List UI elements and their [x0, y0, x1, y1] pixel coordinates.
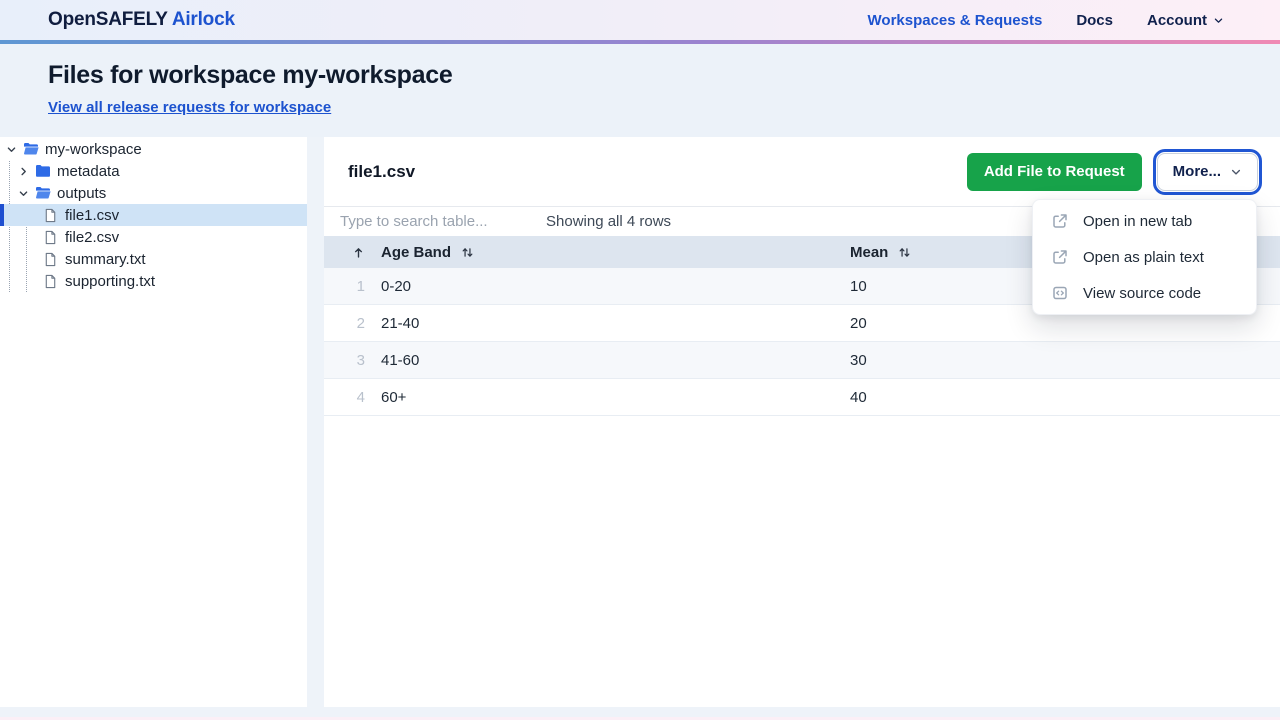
page-header: Files for workspace my-workspace View al…	[0, 44, 1280, 137]
sort-ascending-icon	[352, 246, 365, 259]
tree-item-label: outputs	[57, 185, 106, 202]
nav-link-docs[interactable]: Docs	[1076, 12, 1113, 29]
nav-links: Workspaces & Requests Docs Account	[868, 12, 1224, 29]
folder-closed-icon	[34, 163, 51, 179]
sort-toggle-icon	[461, 246, 474, 259]
external-link-icon	[1052, 249, 1068, 265]
row-number: 1	[340, 278, 365, 295]
cell-mean: 40	[850, 389, 1264, 406]
file-tree-sidebar: my-workspace metadata outputs	[0, 137, 307, 707]
file-icon	[42, 274, 59, 289]
menu-item-view-source-code[interactable]: View source code	[1033, 275, 1256, 311]
cell-mean: 30	[850, 352, 1264, 369]
tree-item-supporting-txt[interactable]: supporting.txt	[0, 270, 307, 292]
sort-toggle-icon	[898, 246, 911, 259]
menu-item-open-in-new-tab[interactable]: Open in new tab	[1033, 203, 1256, 239]
chevron-right-icon[interactable]	[17, 166, 29, 177]
chevron-down-icon	[1213, 15, 1224, 26]
file-preview-panel: file1.csv Add File to Request More... Sh…	[324, 137, 1280, 707]
search-input[interactable]	[340, 213, 534, 230]
brand-logo[interactable]: OpenSAFELY Airlock	[48, 9, 235, 31]
cell-mean: 20	[850, 315, 1264, 332]
folder-open-icon	[22, 141, 39, 157]
tree-item-file1-csv[interactable]: file1.csv	[0, 204, 307, 226]
selected-item-indicator	[0, 204, 4, 226]
tree-item-outputs[interactable]: outputs	[0, 182, 307, 204]
header-actions: Add File to Request More...	[967, 153, 1258, 191]
column-header-label: Mean	[850, 244, 888, 261]
chevron-down-icon	[1230, 166, 1242, 178]
row-number: 2	[340, 315, 365, 332]
tree-item-label: file1.csv	[65, 207, 119, 224]
navbar: OpenSAFELY Airlock Workspaces & Requests…	[0, 0, 1280, 40]
row-count-status: Showing all 4 rows	[546, 213, 671, 230]
file-icon	[42, 252, 59, 267]
brand-primary: OpenSAFELY	[48, 9, 167, 30]
cell-age-band: 41-60	[381, 352, 834, 369]
tree-item-file2-csv[interactable]: file2.csv	[0, 226, 307, 248]
more-dropdown-menu: Open in new tab Open as plain text View …	[1032, 199, 1257, 315]
nav-link-account-label: Account	[1147, 12, 1207, 29]
column-header-age-band[interactable]: Age Band	[381, 244, 834, 261]
page-title: Files for workspace my-workspace	[48, 61, 1232, 90]
menu-item-label: View source code	[1083, 285, 1201, 302]
tree-item-label: my-workspace	[45, 141, 142, 158]
tree-item-summary-txt[interactable]: summary.txt	[0, 248, 307, 270]
tree-item-label: summary.txt	[65, 251, 146, 268]
external-link-icon	[1052, 213, 1068, 229]
row-number-column-header[interactable]	[340, 246, 365, 259]
tree-item-label: file2.csv	[65, 229, 119, 246]
file-header: file1.csv Add File to Request More...	[324, 137, 1280, 207]
file-icon	[42, 230, 59, 245]
content-area: my-workspace metadata outputs	[0, 137, 1280, 707]
more-button[interactable]: More...	[1157, 153, 1258, 191]
cell-age-band: 21-40	[381, 315, 834, 332]
tree-item-label: supporting.txt	[65, 273, 155, 290]
file-title: file1.csv	[348, 162, 415, 182]
tree-item-metadata[interactable]: metadata	[0, 160, 307, 182]
column-header-label: Age Band	[381, 244, 451, 261]
nav-link-account[interactable]: Account	[1147, 12, 1224, 29]
cell-age-band: 60+	[381, 389, 834, 406]
view-release-requests-link[interactable]: View all release requests for workspace	[48, 99, 331, 116]
table-row: 3 41-60 30	[324, 342, 1280, 379]
chevron-down-icon[interactable]	[17, 188, 29, 199]
nav-link-workspaces-requests[interactable]: Workspaces & Requests	[868, 12, 1043, 29]
cell-age-band: 0-20	[381, 278, 834, 295]
menu-item-label: Open in new tab	[1083, 213, 1192, 230]
table-row: 4 60+ 40	[324, 379, 1280, 416]
add-file-to-request-button[interactable]: Add File to Request	[967, 153, 1142, 191]
tree-item-my-workspace[interactable]: my-workspace	[0, 138, 307, 160]
source-code-icon	[1052, 285, 1068, 301]
chevron-down-icon[interactable]	[5, 144, 17, 155]
menu-item-open-as-plain-text[interactable]: Open as plain text	[1033, 239, 1256, 275]
menu-item-label: Open as plain text	[1083, 249, 1204, 266]
tree-item-label: metadata	[57, 163, 120, 180]
brand-secondary: Airlock	[172, 9, 235, 30]
folder-open-icon	[34, 185, 51, 201]
file-icon	[42, 208, 59, 223]
row-number: 4	[340, 389, 365, 406]
more-button-label: More...	[1173, 163, 1221, 180]
row-number: 3	[340, 352, 365, 369]
